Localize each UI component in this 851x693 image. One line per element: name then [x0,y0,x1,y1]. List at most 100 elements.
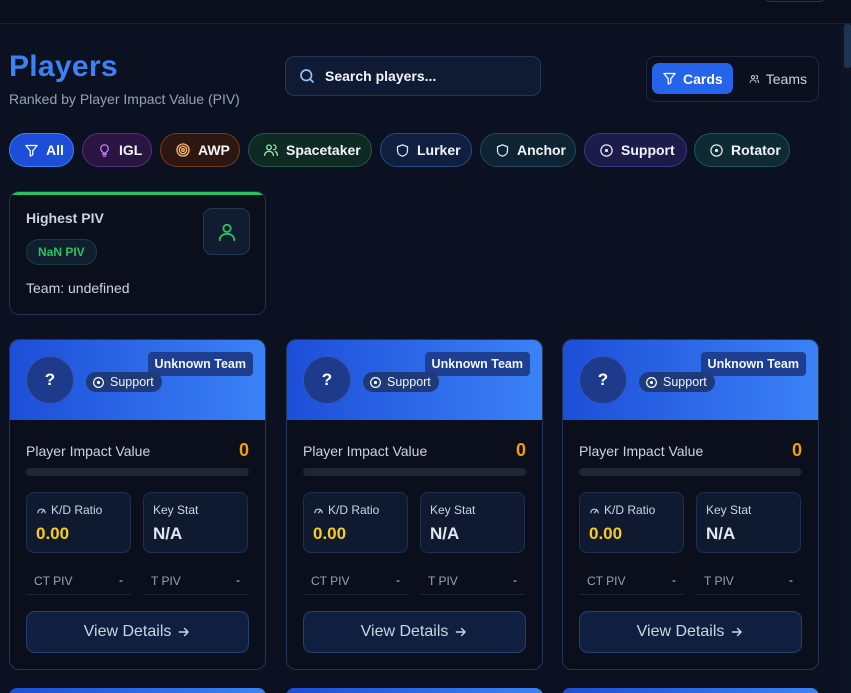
arrow-right-icon [179,627,190,637]
kd-ratio-text: K/D Ratio [604,503,656,517]
circle-dot-icon [370,376,381,388]
key-stat: Key Stat N/A [696,492,801,553]
filter-chip-all[interactable]: All [9,133,74,167]
filter-chip-anchor[interactable]: Anchor [480,133,576,167]
key-stat-label: Key Stat [706,503,752,517]
ct-piv-label: CT PIV [587,574,626,588]
kd-ratio-label: K/D Ratio [589,503,655,517]
user-icon-tile [203,208,250,255]
ct-piv-value: - [119,573,123,587]
kd-ratio-stat: K/D Ratio 0.00 [303,492,408,553]
t-piv-row: T PIV - [696,565,801,595]
filter-icon [25,144,38,157]
filter-chip-awp[interactable]: AWP [160,133,240,167]
filter-chip-support[interactable]: Support [584,133,687,167]
t-piv-label: T PIV [704,574,734,588]
piv-progress-bar [26,468,249,476]
arrow-right-icon [732,627,743,637]
filter-chip-label: All [46,142,64,158]
view-details-button[interactable]: View Details [579,611,802,653]
kd-ratio-value: 0.00 [313,524,347,543]
piv-value: 0 [791,440,802,460]
search-box[interactable] [285,56,541,96]
page-subtitle: Ranked by Player Impact Value (PIV) [9,91,240,107]
role-label: Support [387,375,431,389]
piv-value: 0 [238,440,249,460]
ct-piv-value: - [672,573,676,587]
player-card[interactable]: ? Unknown Team Support Player Impact Val… [562,339,819,670]
piv-badge: NaN PIV [26,239,97,265]
piv-label: Player Impact Value [579,443,704,459]
filter-chip-lurker[interactable]: Lurker [380,133,472,167]
kd-ratio-value: 0.00 [36,524,70,543]
player-card-next-row[interactable] [562,688,819,693]
cards-view-button[interactable]: Cards [652,63,733,94]
key-stat-label: Key Stat [153,503,199,517]
users-icon [749,74,760,83]
filter-chip-spacetaker[interactable]: Spacetaker [248,133,372,167]
t-piv-value: - [789,573,793,587]
kd-ratio-label: K/D Ratio [313,503,379,517]
piv-progress-bar [579,468,802,476]
player-card-next-row[interactable] [286,688,543,693]
key-stat-value: N/A [153,524,183,543]
view-details-label: View Details [360,623,449,640]
filter-chip-label: IGL [119,142,143,158]
search-input[interactable] [325,68,525,84]
shield-icon [496,143,509,157]
search-icon [300,69,314,83]
page-title: Players [9,50,118,83]
filter-chip-igl[interactable]: IGL [82,133,152,167]
ct-piv-label: CT PIV [311,574,350,588]
view-details-button[interactable]: View Details [26,611,249,653]
piv-label: Player Impact Value [26,443,151,459]
t-piv-value: - [236,573,240,587]
arrow-right-icon [456,627,467,637]
player-card[interactable]: ? Unknown Team Support Player Impact Val… [9,339,266,670]
kd-ratio-stat: K/D Ratio 0.00 [579,492,684,553]
kd-ratio-text: K/D Ratio [51,503,103,517]
role-badge: Support [363,372,439,392]
filter-icon [663,72,676,85]
ct-piv-row: CT PIV - [579,565,684,595]
player-card-header: ? Unknown Team Support [10,340,265,420]
top-bar-control[interactable] [764,0,826,2]
filter-chip-label: Anchor [517,142,566,158]
scrollbar-thumb[interactable] [844,24,851,68]
filter-chip-rotator[interactable]: Rotator [694,133,790,167]
ct-piv-label: CT PIV [34,574,73,588]
ct-piv-row: CT PIV - [26,565,131,595]
users-icon [264,144,278,156]
ct-piv-row: CT PIV - [303,565,408,595]
player-card-header: ? Unknown Team Support [287,340,542,420]
avatar: ? [303,356,351,404]
t-piv-row: T PIV - [143,565,248,595]
circle-dot-icon [93,376,104,388]
user-icon [218,223,235,241]
scrollbar-track[interactable] [841,24,851,693]
key-stat: Key Stat N/A [420,492,525,553]
avatar: ? [579,356,627,404]
view-toggle: Cards Teams [646,56,819,102]
role-badge: Support [639,372,715,392]
teams-view-button[interactable]: Teams [739,63,817,94]
circle-dot-icon [600,143,613,157]
circle-dot-icon [646,376,657,388]
filter-chip-label: Spacetaker [286,142,361,158]
role-badge: Support [86,372,162,392]
gauge-icon [314,508,323,513]
gauge-icon [37,508,46,513]
key-stat-value: N/A [706,524,736,543]
piv-value: 0 [515,440,526,460]
view-details-button[interactable]: View Details [303,611,526,653]
filter-chip-label: Rotator [731,142,781,158]
lightbulb-icon [100,143,109,157]
highest-piv-card: Highest PIV NaN PIV Team: undefined [9,191,266,315]
filter-chip-label: Support [621,142,675,158]
player-card[interactable]: ? Unknown Team Support Player Impact Val… [286,339,543,670]
player-card-next-row[interactable] [9,688,266,693]
key-stat: Key Stat N/A [143,492,248,553]
filter-chip-label: Lurker [417,142,461,158]
key-stat-value: N/A [430,524,460,543]
avatar: ? [26,356,74,404]
